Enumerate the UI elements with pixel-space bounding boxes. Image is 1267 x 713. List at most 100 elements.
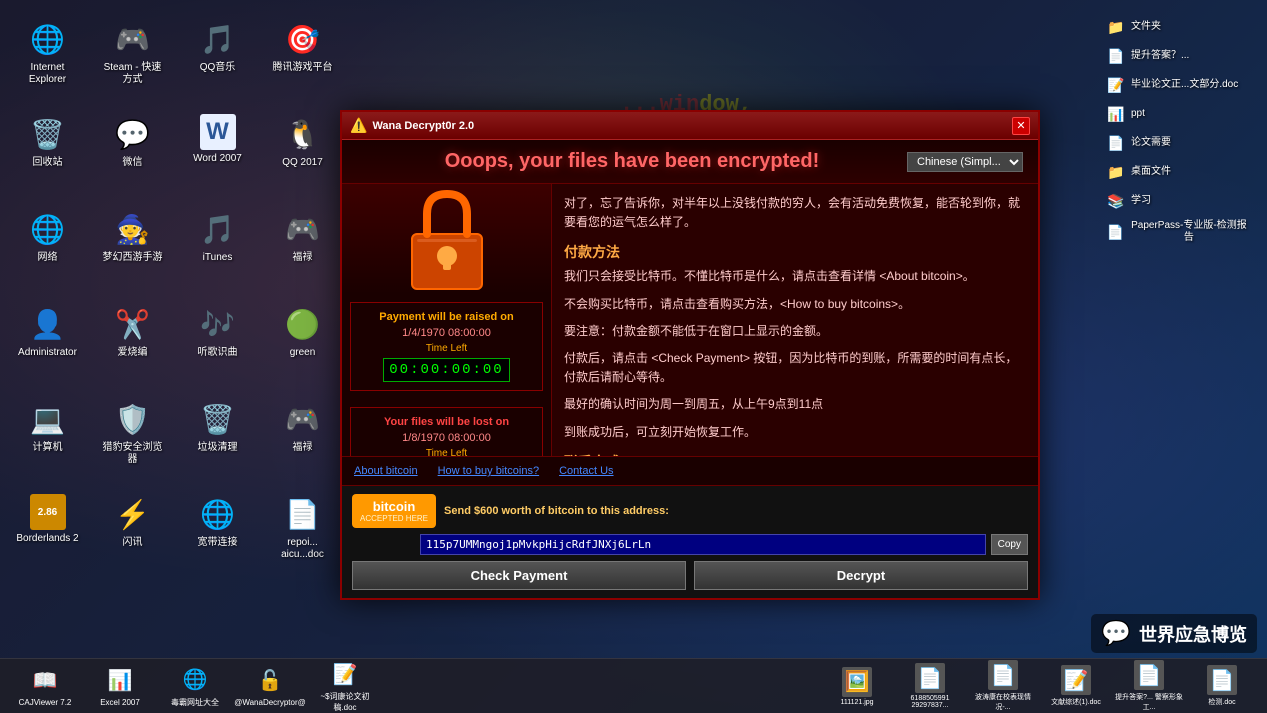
icon-trash2[interactable]: 🗑️ 垃圾清理 <box>180 395 255 485</box>
right-icon-thesis[interactable]: 📝 毕业论文正...文部分.doc <box>1102 73 1252 97</box>
content-para5: 付款后，请点击 <Check Payment> 按钮，因为比特币的到账，所需要的… <box>564 349 1026 387</box>
icon-label: 毕业论文正...文部分.doc <box>1131 79 1238 91</box>
icon-report[interactable]: 📄 repoi... aicu...doc <box>265 490 340 580</box>
icon-broadband[interactable]: 🌐 宽带连接 <box>180 490 255 580</box>
right-icon-ppt[interactable]: 📊 ppt <box>1102 102 1252 126</box>
icon-internet-explorer[interactable]: 🌐 Internet Explorer <box>10 15 85 105</box>
icon-label: Borderlands 2 <box>16 533 78 545</box>
icon-administrator[interactable]: 👤 Administrator <box>10 300 85 390</box>
right-icon-raise-answer[interactable]: 📄 提升答案？... <box>1102 44 1252 68</box>
icon-label: 论文需要 <box>1131 137 1171 149</box>
icon-label: Administrator <box>18 347 77 359</box>
payment-lost-timeleft-label: Time Left <box>359 448 534 456</box>
dialog-left-panel: Payment will be raised on 1/4/1970 08:00… <box>342 184 552 456</box>
taskbar-file4[interactable]: 📝 文献综述(1).doc <box>1041 665 1111 707</box>
taskbar-file6[interactable]: 📄 检测.doc <box>1187 665 1257 707</box>
icon-label: 听歌识曲 <box>198 347 238 359</box>
language-selector[interactable]: Chinese (Simpl... English <box>907 152 1023 172</box>
icon-steam[interactable]: 🎮 Steam - 快速方式 <box>95 15 170 105</box>
dialog-header: Ooops, your files have been encrypted! C… <box>342 140 1038 184</box>
right-icon-paperpass[interactable]: 📄 PaperPass-专业版-检测报告 <box>1102 218 1252 246</box>
icon-label: ppt <box>1131 108 1145 120</box>
wannacry-dialog: ⚠️ Wana Decrypt0r 2.0 ✕ Ooops, your file… <box>340 110 1040 600</box>
right-icon-lunwen[interactable]: 📄 论文需要 <box>1102 131 1252 155</box>
right-icon-folder[interactable]: 📁 文件夹 <box>1102 15 1252 39</box>
icon-word2007[interactable]: W Word 2007 <box>180 110 255 200</box>
taskbar-wannadecryptor[interactable]: 🔓 @WanaDecryptor@ <box>235 666 305 707</box>
payment-box-raise: Payment will be raised on 1/4/1970 08:00… <box>350 302 543 391</box>
icon-label: Internet Explorer <box>14 62 81 86</box>
taskbar-file3[interactable]: 📄 波涛康在校表现情况-... <box>968 660 1038 712</box>
taskbar-file-thumbs: 🖼️ 111121.jpg 📄 6188505991 29297837... 📄… <box>822 660 1257 712</box>
check-payment-button[interactable]: Check Payment <box>352 561 686 590</box>
icon-green[interactable]: 🟢 green <box>265 300 340 390</box>
taskbar: 📖 CAJViewer 7.2 📊 Excel 2007 🌐 毒霸网址大全 🔓 … <box>0 658 1267 713</box>
icon-menghuan[interactable]: 🧙 梦幻西游手游 <box>95 205 170 295</box>
icon-itunes[interactable]: 🎵 iTunes <box>180 205 255 295</box>
btc-address-row: Copy <box>420 534 1028 555</box>
icon-label: 福禄 <box>293 252 313 264</box>
icon-tingxin[interactable]: 🎶 听歌识曲 <box>180 300 255 390</box>
dialog-action-buttons: Check Payment Decrypt <box>352 561 1028 590</box>
wechat-watermark: 💬 世界应急博览 <box>1091 614 1257 653</box>
icon-label: 猎豹安全浏览器 <box>99 442 166 466</box>
right-panel-icons: 📁 文件夹 📄 提升答案？... 📝 毕业论文正...文部分.doc 📊 ppt… <box>1097 0 1257 653</box>
dialog-body: Payment will be raised on 1/4/1970 08:00… <box>342 184 1038 456</box>
icon-qq2017[interactable]: 🐧 QQ 2017 <box>265 110 340 200</box>
icon-label: 闪讯 <box>123 537 143 549</box>
right-icon-desktop-file[interactable]: 📁 桌面文件 <box>1102 160 1252 184</box>
btc-address-field[interactable] <box>420 534 986 555</box>
icon-fulu2[interactable]: 🎮 福禄 <box>265 395 340 485</box>
icon-network[interactable]: 🌐 网络 <box>10 205 85 295</box>
taskbar-excel-label: Excel 2007 <box>100 698 140 707</box>
icon-label: 文件夹 <box>1131 21 1161 33</box>
desktop-icons-area: 🌐 Internet Explorer 🎮 Steam - 快速方式 🎵 QQ音… <box>0 0 340 653</box>
how-to-buy-link[interactable]: How to buy bitcoins? <box>438 465 540 477</box>
icon-qq-music[interactable]: 🎵 QQ音乐 <box>180 15 255 105</box>
icon-label: green <box>290 347 316 359</box>
taskbar-doc[interactable]: 📝 ~$词康论文初稿.doc <box>310 659 380 713</box>
icon-label: 网络 <box>38 252 58 264</box>
taskbar-excel[interactable]: 📊 Excel 2007 <box>85 666 155 707</box>
payment-raise-timer: 00:00:00:00 <box>383 358 509 382</box>
right-icon-study[interactable]: 📚 学习 <box>1102 189 1252 213</box>
icon-label: 回收站 <box>33 157 63 169</box>
taskbar-ie[interactable]: 🌐 毒霸网址大全 <box>160 665 230 708</box>
icon-aishaobian[interactable]: ✂️ 爱烧编 <box>95 300 170 390</box>
icon-flash[interactable]: ⚡ 闪讯 <box>95 490 170 580</box>
desktop: ...window, then your you deleted If you … <box>0 0 1267 713</box>
icon-tencent-games[interactable]: 🎯 腾讯游戏平台 <box>265 15 340 105</box>
payment-raise-title: Payment will be raised on <box>359 311 534 323</box>
taskbar-file1[interactable]: 🖼️ 111121.jpg <box>822 667 892 706</box>
dialog-close-button[interactable]: ✕ <box>1012 117 1030 135</box>
icon-fulu[interactable]: 🎮 福禄 <box>265 205 340 295</box>
icon-label: 桌面文件 <box>1131 166 1171 178</box>
icon-label: 垃圾清理 <box>198 442 238 454</box>
icon-qihoo[interactable]: 🛡️ 猎豹安全浏览器 <box>95 395 170 485</box>
dialog-links-area: About bitcoin How to buy bitcoins? Conta… <box>342 456 1038 485</box>
icon-label: 学习 <box>1131 195 1151 207</box>
icon-label: 微信 <box>123 157 143 169</box>
decrypt-button[interactable]: Decrypt <box>694 561 1028 590</box>
taskbar-file5[interactable]: 📄 提升答案?... 警察形象工... <box>1114 660 1184 712</box>
content-para2: 我们只会接受比特币。不懂比特币是什么，请点击查看详情 <About bitcoi… <box>564 267 1026 286</box>
icon-label: PaperPass-专业版-检测报告 <box>1130 220 1248 244</box>
icon-label: 计算机 <box>33 442 63 454</box>
icon-label: 梦幻西游手游 <box>103 252 163 264</box>
about-bitcoin-link[interactable]: About bitcoin <box>354 465 418 477</box>
taskbar-ie-label: 毒霸网址大全 <box>171 697 219 708</box>
lock-icon-area <box>342 184 551 294</box>
taskbar-wanna-label: @WanaDecryptor@ <box>234 698 306 707</box>
icon-borderlands[interactable]: 2.86 Borderlands 2 <box>10 490 85 580</box>
btc-copy-button[interactable]: Copy <box>991 534 1028 555</box>
dialog-warning-icon: ⚠️ <box>350 117 367 134</box>
content-para3: 不会购买比特币，请点击查看购买方法，<How to buy bitcoins>。 <box>564 295 1026 314</box>
taskbar-file2[interactable]: 📄 6188505991 29297837... <box>895 663 965 709</box>
contact-us-link[interactable]: Contact Us <box>559 465 613 477</box>
dialog-bitcoin-area: bitcoin ACCEPTED HERE Send $600 worth of… <box>342 485 1038 598</box>
icon-recycle-bin[interactable]: 🗑️ 回收站 <box>10 110 85 200</box>
icon-computer[interactable]: 💻 计算机 <box>10 395 85 485</box>
taskbar-cajviewer[interactable]: 📖 CAJViewer 7.2 <box>10 666 80 707</box>
icon-wechat[interactable]: 💬 微信 <box>95 110 170 200</box>
wechat-text: 世界应急博览 <box>1139 621 1247 647</box>
